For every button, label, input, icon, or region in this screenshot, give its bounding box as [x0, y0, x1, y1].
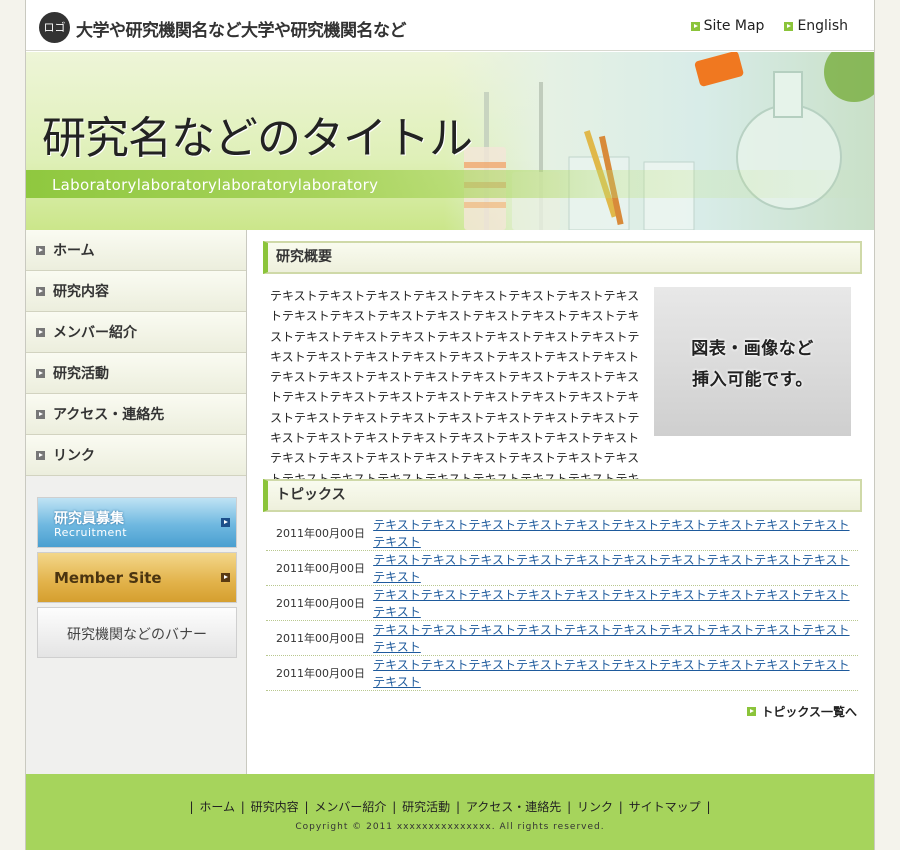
arrow-icon [221, 573, 230, 582]
list-item: 2011年00月00日 テキストテキストテキストテキストテキストテキストテキスト… [266, 656, 858, 691]
figure-placeholder: 図表・画像など 挿入可能です。 [654, 287, 851, 436]
sidebar-item-links[interactable]: リンク [26, 435, 246, 476]
sidebar-item-label: 研究活動 [53, 366, 109, 382]
topics-more-label: トピックス一覧へ [761, 705, 857, 719]
arrow-icon [36, 409, 45, 419]
site-map-label: Site Map [703, 18, 765, 34]
hero-subtitle: Laboratorylaboratorylaboratorylaboratory [52, 176, 379, 194]
lab-photo [444, 52, 874, 230]
figure-line-1: 図表・画像など [691, 338, 814, 359]
list-item: 2011年00月00日 テキストテキストテキストテキストテキストテキストテキスト… [266, 551, 858, 586]
institution-banner[interactable]: 研究機関などのバナー [37, 607, 237, 658]
list-item: 2011年00月00日 テキストテキストテキストテキストテキストテキストテキスト… [266, 516, 858, 551]
topics-list: 2011年00月00日 テキストテキストテキストテキストテキストテキストテキスト… [266, 516, 858, 691]
footer-link-links[interactable]: リンク [577, 800, 613, 814]
sidebar-item-access[interactable]: アクセス・連絡先 [26, 394, 246, 435]
site-map-link[interactable]: Site Map [690, 18, 765, 34]
copyright: Copyright © 2011 xxxxxxxxxxxxxxx. All ri… [295, 822, 605, 832]
english-label: English [797, 18, 848, 34]
sidebar-item-research[interactable]: 研究内容 [26, 271, 246, 312]
recruitment-banner[interactable]: 研究員募集 Recruitment [37, 497, 237, 548]
sidebar-item-label: メンバー紹介 [53, 325, 137, 341]
sidebar-item-label: リンク [53, 448, 95, 464]
sidebar-item-label: アクセス・連絡先 [53, 407, 165, 423]
arrow-icon [690, 21, 700, 31]
arrow-icon [36, 286, 45, 296]
overview-text: テキストテキストテキストテキストテキストテキストテキストテキストテキストテキスト… [270, 289, 640, 506]
arrow-icon [784, 21, 794, 31]
topic-date: 2011年00月00日 [276, 527, 365, 540]
footer-link-home[interactable]: ホーム [199, 800, 235, 814]
logo[interactable]: ロゴ [39, 12, 70, 43]
topics-more-link[interactable]: トピックス一覧へ [747, 703, 857, 720]
member-site-title: Member Site [54, 569, 162, 587]
topic-date: 2011年00月00日 [276, 667, 365, 680]
english-link[interactable]: English [784, 18, 848, 34]
list-item: 2011年00月00日 テキストテキストテキストテキストテキストテキストテキスト… [266, 586, 858, 621]
footer-link-research[interactable]: 研究内容 [251, 800, 299, 814]
arrow-icon [36, 245, 45, 255]
list-item: 2011年00月00日 テキストテキストテキストテキストテキストテキストテキスト… [266, 621, 858, 656]
sidebar-item-members[interactable]: メンバー紹介 [26, 312, 246, 353]
sidebar-item-label: 研究内容 [53, 284, 109, 300]
hero-title: 研究名などのタイトル [42, 113, 473, 164]
footer-link-members[interactable]: メンバー紹介 [314, 800, 386, 814]
member-site-banner[interactable]: Member Site [37, 552, 237, 603]
footer-link-access[interactable]: アクセス・連絡先 [466, 800, 561, 814]
arrow-icon [36, 450, 45, 460]
topic-link[interactable]: テキストテキストテキストテキストテキストテキストテキストテキストテキストテキスト… [373, 621, 858, 655]
institution-banner-title: 研究機関などのバナー [67, 627, 207, 643]
recruitment-subtitle: Recruitment [54, 526, 128, 539]
sidebar-item-label: ホーム [53, 243, 95, 259]
topic-link[interactable]: テキストテキストテキストテキストテキストテキストテキストテキストテキストテキスト… [373, 656, 858, 690]
hero-banner: 研究名などのタイトル Laboratorylaboratorylaborator… [26, 52, 874, 230]
topic-link[interactable]: テキストテキストテキストテキストテキストテキストテキストテキストテキストテキスト… [373, 586, 858, 620]
main-content: 研究概要 テキストテキストテキストテキストテキストテキストテキストテキストテキス… [248, 230, 874, 774]
arrow-icon [221, 518, 230, 527]
arrow-icon [36, 368, 45, 378]
topic-date: 2011年00月00日 [276, 562, 365, 575]
site-header: ロゴ 大学や研究機関名など大学や研究機関名など Site Map English [26, 0, 874, 51]
footer-link-activities[interactable]: 研究活動 [402, 800, 450, 814]
figure-line-2: 挿入可能です。 [692, 369, 813, 390]
sidebar-item-home[interactable]: ホーム [26, 230, 246, 271]
overview-heading: 研究概要 [263, 241, 862, 274]
topics-heading: トピックス [263, 479, 862, 512]
topic-link[interactable]: テキストテキストテキストテキストテキストテキストテキストテキストテキストテキスト… [373, 516, 858, 550]
arrow-icon [36, 327, 45, 337]
arrow-icon [747, 707, 757, 716]
footer-link-sitemap[interactable]: サイトマップ [629, 800, 701, 814]
topic-link[interactable]: テキストテキストテキストテキストテキストテキストテキストテキストテキストテキスト… [373, 551, 858, 585]
top-links: Site Map English [690, 18, 848, 34]
topic-date: 2011年00月00日 [276, 632, 365, 645]
topic-date: 2011年00月00日 [276, 597, 365, 610]
lab-glassware-image [464, 52, 874, 230]
footer-nav: | ホーム | 研究内容 | メンバー紹介 | 研究活動 | アクセス・連絡先 … [189, 800, 711, 814]
recruitment-title: 研究員募集 [54, 511, 124, 527]
sidebar-item-activities[interactable]: 研究活動 [26, 353, 246, 394]
site-footer: | ホーム | 研究内容 | メンバー紹介 | 研究活動 | アクセス・連絡先 … [26, 774, 874, 850]
site-name[interactable]: 大学や研究機関名など大学や研究機関名など [76, 16, 407, 41]
sidebar: ホーム 研究内容 メンバー紹介 研究活動 アクセス・連絡先 リンク 研究員募集 … [26, 230, 247, 774]
page: ロゴ 大学や研究機関名など大学や研究機関名など Site Map English [25, 0, 875, 850]
